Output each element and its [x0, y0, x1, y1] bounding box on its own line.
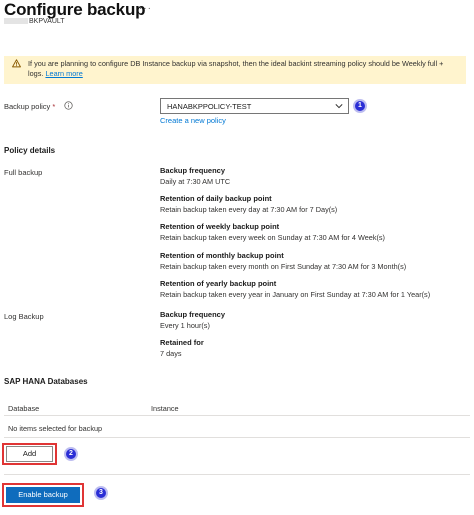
daily-retention-heading: Retention of daily backup point [160, 194, 272, 203]
chevron-down-icon [335, 104, 343, 109]
more-options-button[interactable]: ··· [139, 3, 152, 14]
yearly-retention-heading: Retention of yearly backup point [160, 279, 277, 288]
info-icon[interactable] [64, 101, 73, 110]
weekly-retention-heading: Retention of weekly backup point [160, 222, 280, 231]
full-backup-frequency-value: Daily at 7:30 AM UTC [160, 177, 231, 186]
log-backup-frequency-value: Every 1 hour(s) [160, 321, 210, 330]
daily-retention-value: Retain backup taken every day at 7:30 AM… [160, 205, 338, 214]
page-title: Configure backup [4, 0, 146, 19]
empty-table-message: No items selected for backup [8, 424, 103, 433]
table-bottom-divider [4, 437, 470, 438]
monthly-retention-heading: Retention of monthly backup point [160, 251, 284, 260]
learn-more-link[interactable]: Learn more [45, 69, 82, 78]
required-marker: * [52, 102, 56, 111]
vault-name: BKPVAULT [4, 18, 65, 25]
backup-policy-label: Backup policy * [4, 102, 55, 111]
retained-for-heading: Retained for [160, 338, 204, 347]
yearly-retention-value: Retain backup taken every year in Januar… [160, 290, 431, 299]
redacted-block [4, 18, 28, 25]
banner-message: If you are planning to configure DB Inst… [28, 59, 444, 78]
retained-for-value: 7 days [160, 349, 182, 358]
create-new-policy-link[interactable]: Create a new policy [160, 116, 226, 125]
warning-icon [12, 59, 21, 68]
column-header-instance: Instance [151, 404, 179, 413]
footer-divider [4, 474, 470, 475]
backup-policy-label-text: Backup policy [4, 102, 51, 111]
backup-policy-selected: HANABKPPOLICY-TEST [167, 102, 252, 111]
step-badge-1: 1 [353, 99, 367, 113]
policy-details-title: Policy details [4, 146, 56, 155]
vault-name-text: BKPVAULT [29, 18, 65, 25]
backup-policy-dropdown[interactable]: HANABKPPOLICY-TEST [160, 98, 349, 114]
sap-hana-databases-title: SAP HANA Databases [4, 377, 88, 386]
step-badge-3: 3 [94, 486, 108, 500]
log-backup-frequency-heading: Backup frequency [160, 310, 226, 319]
table-header-divider [4, 415, 470, 416]
enable-backup-button[interactable]: Enable backup [6, 487, 80, 503]
column-header-database: Database [8, 404, 40, 413]
weekly-retention-value: Retain backup taken every week on Sunday… [160, 233, 385, 242]
monthly-retention-value: Retain backup taken every month on First… [160, 262, 407, 271]
step-badge-2: 2 [64, 447, 78, 461]
full-backup-label: Full backup [4, 168, 43, 177]
banner-text: If you are planning to configure DB Inst… [28, 59, 458, 79]
full-backup-frequency-heading: Backup frequency [160, 166, 226, 175]
warning-banner: If you are planning to configure DB Inst… [4, 56, 466, 84]
add-button[interactable]: Add [6, 446, 53, 462]
log-backup-label: Log Backup [4, 312, 44, 321]
